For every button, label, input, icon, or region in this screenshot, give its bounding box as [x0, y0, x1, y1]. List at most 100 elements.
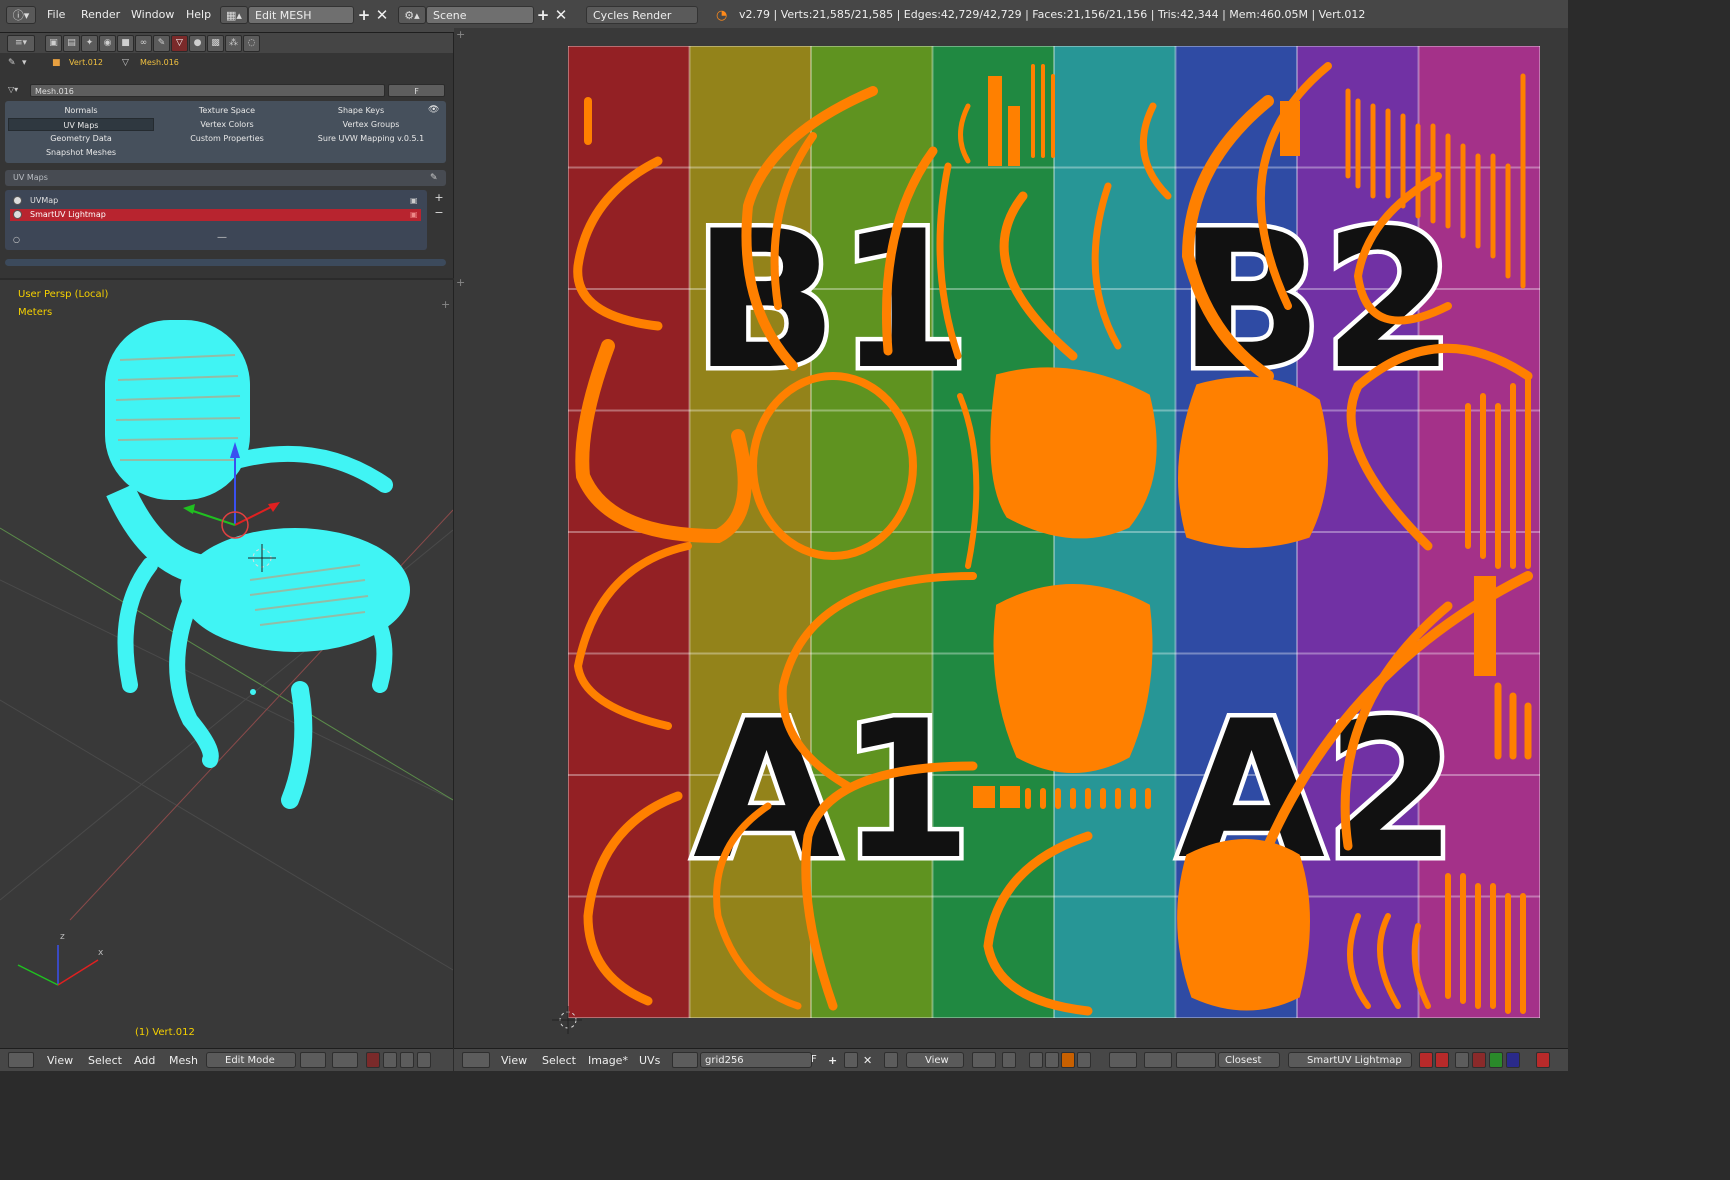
image-fake-user-button[interactable]: F	[811, 1054, 817, 1065]
pin-panel-icon[interactable]: ✎	[430, 170, 438, 186]
constraints-tab-icon[interactable]: ∞	[135, 35, 152, 52]
render-layers-tab-icon[interactable]: ▤	[63, 35, 80, 52]
world-tab-icon[interactable]: ◉	[99, 35, 116, 52]
view-dropdown[interactable]: View	[906, 1052, 964, 1068]
menu-mesh[interactable]: Mesh	[169, 1054, 198, 1067]
panel-texture-space[interactable]: Texture Space	[154, 104, 300, 117]
paint-mask-icon[interactable]	[1419, 1052, 1433, 1068]
add-uv-map-button[interactable]: +	[432, 192, 446, 204]
editor-corner-plus-icon[interactable]: +	[456, 28, 465, 41]
panel-sure-uvw-mapping[interactable]: Sure UVW Mapping v.0.5.1	[298, 132, 444, 145]
translate-manipulator-icon[interactable]	[383, 1052, 397, 1068]
panel-uv-maps[interactable]: UV Maps	[8, 118, 154, 131]
pivot-icon[interactable]	[972, 1052, 996, 1068]
panel-shape-keys[interactable]: Shape Keys	[288, 104, 434, 117]
properties-scrollbar[interactable]	[5, 259, 446, 266]
material-tab-icon[interactable]: ●	[189, 35, 206, 52]
snap-element-icon[interactable]	[1176, 1052, 1216, 1068]
panel-geometry-data[interactable]: Geometry Data	[8, 132, 154, 145]
sync-selection-icon[interactable]	[1002, 1052, 1016, 1068]
open-image-icon[interactable]	[844, 1052, 858, 1068]
uv-map-item-active[interactable]: SmartUV Lightmap ▣	[10, 209, 421, 221]
mesh-name-field[interactable]: Mesh.016	[30, 84, 385, 97]
green-channel-icon[interactable]	[1489, 1052, 1503, 1068]
pin-image-icon[interactable]	[884, 1052, 898, 1068]
screen-layout-icon[interactable]: ▦▴	[220, 6, 248, 24]
menu-select[interactable]: Select	[88, 1054, 122, 1067]
editor-type-3d-icon[interactable]	[8, 1052, 34, 1068]
menu-render[interactable]: Render	[81, 8, 120, 21]
add-scene-icon[interactable]: +	[535, 6, 551, 24]
texture-tab-icon[interactable]: ▩	[207, 35, 224, 52]
island-select-icon[interactable]	[1077, 1052, 1091, 1068]
scene-tab-icon[interactable]: ✦	[81, 35, 98, 52]
editor-type-uv-icon[interactable]	[462, 1052, 490, 1068]
eye-icon[interactable]: 👁	[428, 105, 439, 115]
pivot-point-icon[interactable]	[332, 1052, 358, 1068]
menu-view[interactable]: View	[501, 1054, 527, 1067]
menu-image[interactable]: Image*	[588, 1054, 628, 1067]
scene-icon[interactable]: ⚙▴	[398, 6, 426, 24]
panel-snapshot-meshes[interactable]: Snapshot Meshes	[8, 146, 154, 159]
render-engine-dropdown[interactable]: Cycles Render	[586, 6, 698, 24]
object-tab-icon[interactable]: ■	[117, 35, 134, 52]
menu-window[interactable]: Window	[131, 8, 174, 21]
panel-vertex-groups[interactable]: Vertex Groups	[298, 118, 444, 131]
image-name-field[interactable]: grid256	[700, 1052, 812, 1068]
scale-manipulator-icon[interactable]	[417, 1052, 431, 1068]
mesh-browse-icon[interactable]: ▽▾	[8, 85, 18, 94]
unlink-image-icon[interactable]: ✕	[863, 1054, 872, 1067]
new-image-icon[interactable]: +	[828, 1054, 837, 1067]
list-resize-handle[interactable]: —	[217, 232, 227, 243]
uv-map-item[interactable]: UVMap ▣	[10, 195, 421, 207]
pin-icon[interactable]: ✎	[8, 58, 16, 68]
rotate-manipulator-icon[interactable]	[400, 1052, 414, 1068]
physics-tab-icon[interactable]: ◌	[243, 35, 260, 52]
blue-channel-icon[interactable]	[1506, 1052, 1520, 1068]
editor-type-properties-icon[interactable]: ≡▾	[7, 35, 35, 52]
modifiers-tab-icon[interactable]: ✎	[153, 35, 170, 52]
lock-icon[interactable]	[1536, 1052, 1550, 1068]
render-pass-icon[interactable]	[1435, 1052, 1449, 1068]
menu-uvs[interactable]: UVs	[639, 1054, 660, 1067]
image-browse-icon[interactable]	[672, 1052, 698, 1068]
editor-corner-plus-icon[interactable]: +	[456, 276, 465, 289]
menu-view[interactable]: View	[47, 1054, 73, 1067]
menu-add[interactable]: Add	[134, 1054, 155, 1067]
menu-file[interactable]: File	[47, 8, 65, 21]
remove-uv-map-button[interactable]: −	[432, 207, 446, 219]
shading-mode-icon[interactable]	[300, 1052, 326, 1068]
remove-scene-icon[interactable]: ✕	[553, 6, 569, 24]
render-tab-icon[interactable]: ▣	[45, 35, 62, 52]
uv-maps-panel-header[interactable]: UV Maps ✎	[5, 170, 446, 186]
add-screen-icon[interactable]: +	[356, 6, 372, 24]
3d-viewport[interactable]: User Persp (Local) Meters + z x (1) Vert…	[0, 280, 454, 1048]
fake-user-button[interactable]: F	[388, 84, 445, 97]
face-select-icon[interactable]	[1061, 1052, 1075, 1068]
proportional-edit-icon[interactable]	[1144, 1052, 1172, 1068]
render-camera-icon[interactable]: ▣	[410, 195, 418, 207]
menu-select[interactable]: Select	[542, 1054, 576, 1067]
particles-tab-icon[interactable]: ⁂	[225, 35, 242, 52]
list-filter-icon[interactable]: ○	[13, 235, 20, 244]
remove-screen-icon[interactable]: ✕	[374, 6, 390, 24]
menu-help[interactable]: Help	[186, 8, 211, 21]
screen-layout-field[interactable]: Edit MESH	[248, 6, 354, 24]
panel-vertex-colors[interactable]: Vertex Colors	[154, 118, 300, 131]
edge-select-icon[interactable]	[1045, 1052, 1059, 1068]
editor-type-info-icon[interactable]: ⓘ▾	[6, 6, 36, 24]
sticky-selection-icon[interactable]	[1109, 1052, 1137, 1068]
scene-field[interactable]: Scene	[426, 6, 534, 24]
mesh-data-tab-icon[interactable]: ▽	[171, 35, 188, 52]
active-uv-map-dropdown[interactable]: SmartUV Lightmap	[1288, 1052, 1412, 1068]
uv-image-editor[interactable]: + + B1 B2 A1 A2	[454, 28, 1568, 1048]
vertex-select-icon[interactable]	[1029, 1052, 1043, 1068]
snap-target-dropdown[interactable]: Closest	[1218, 1052, 1280, 1068]
display-channels-icon[interactable]	[1455, 1052, 1469, 1068]
panel-custom-properties[interactable]: Custom Properties	[154, 132, 300, 145]
panel-normals[interactable]: Normals	[8, 104, 154, 117]
red-channel-icon[interactable]	[1472, 1052, 1486, 1068]
manipulator-toggle-icon[interactable]	[366, 1052, 380, 1068]
interaction-mode-dropdown[interactable]: Edit Mode	[206, 1052, 296, 1068]
render-camera-icon[interactable]: ▣	[410, 209, 418, 221]
